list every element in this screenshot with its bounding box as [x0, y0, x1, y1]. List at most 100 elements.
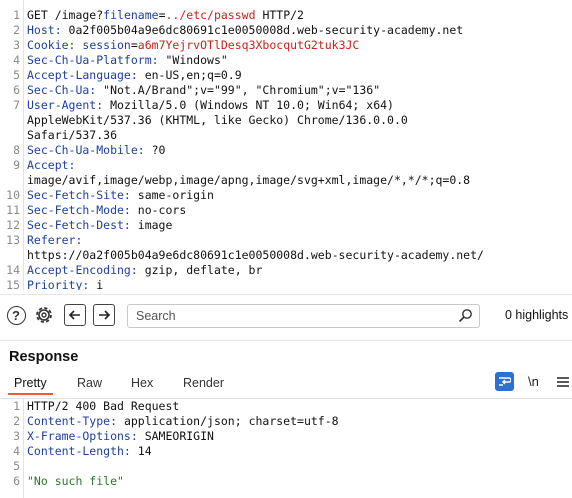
response-lines: 1 HTTP/2 400 Bad Request 2 Content-Type: ap…	[0, 399, 572, 489]
line-number: 4	[13, 53, 20, 67]
line-number: 11	[6, 203, 20, 217]
line-number: 6	[13, 83, 20, 97]
tab-hex[interactable]: Hex	[131, 376, 153, 390]
line-number: 5	[13, 459, 20, 473]
newline-toggle[interactable]: \n	[528, 374, 539, 389]
token: Host:	[27, 23, 62, 37]
code-line: 6 "No such file"	[0, 474, 572, 489]
request-editor[interactable]: 1 GET /image?filename=../etc/passwd HTTP/…	[0, 0, 572, 290]
search-box	[127, 304, 480, 328]
token: HTTP/2 400 Bad Request	[27, 399, 180, 413]
line-number: 8	[13, 143, 20, 157]
gear-icon[interactable]	[33, 304, 55, 326]
line-text: Sec-Ch-Ua-Mobile: ?0	[27, 143, 165, 158]
token: Sec-Fetch-Mode:	[27, 203, 131, 217]
line-text: Sec-Fetch-Dest: image	[27, 218, 172, 233]
token: ../etc/passwd	[165, 8, 256, 22]
code-line: 5 Accept-Language: en-US,en;q=0.9	[0, 68, 572, 83]
tab-render[interactable]: Render	[183, 376, 224, 390]
token: Sec-Fetch-Dest:	[27, 218, 131, 232]
token: Accept:	[27, 158, 76, 172]
wrap-lines-icon[interactable]	[495, 372, 514, 391]
token: Sec-Fetch-Site:	[27, 188, 131, 202]
code-line: 3 X-Frame-Options: SAMEORIGIN	[0, 429, 572, 444]
token: Content-Length:	[27, 444, 131, 458]
token: Sec-Ch-Ua-Mobile:	[27, 143, 145, 157]
code-line: 7 User-Agent: Mozilla/5.0 (Windows NT 10.…	[0, 98, 572, 113]
token: same-origin	[130, 188, 214, 202]
line-text: Sec-Fetch-Site: same-origin	[27, 188, 214, 203]
code-line: 1 GET /image?filename=../etc/passwd HTTP/…	[0, 8, 572, 23]
tab-raw[interactable]: Raw	[77, 376, 102, 390]
request-toolbar: ? 0 highlights	[0, 294, 572, 335]
tab-pretty[interactable]: Pretty	[14, 376, 47, 390]
active-tab-indicator	[8, 393, 53, 395]
code-line: 1 HTTP/2 400 Bad Request	[0, 399, 572, 414]
token: X-Frame-Options:	[27, 429, 138, 443]
token: ?0	[144, 143, 166, 157]
code-line: 14 Accept-Encoding: gzip, deflate, br	[0, 263, 572, 278]
token: Mozilla/5.0 (Windows NT 10.0; Win64; x64…	[103, 98, 394, 112]
search-input[interactable]	[136, 308, 456, 324]
token: filename	[103, 8, 159, 22]
line-text: Content-Type: application/json; charset=…	[27, 414, 339, 429]
line-number: 7	[13, 98, 20, 112]
line-number: 13	[6, 233, 20, 247]
code-line: 12 Sec-Fetch-Dest: image	[0, 218, 572, 233]
token: 0a2f005b04a9e6dc80691c1e0050008d.web-sec…	[61, 23, 464, 37]
line-text: HTTP/2 400 Bad Request	[27, 399, 179, 414]
line-number: 2	[13, 414, 20, 428]
line-text: https://0a2f005b04a9e6dc80691c1e0050008d…	[27, 248, 484, 263]
token: "No such file"	[27, 474, 124, 488]
line-text: "No such file"	[27, 474, 124, 489]
line-number: 12	[6, 218, 20, 232]
code-line: Safari/537.36	[0, 128, 572, 143]
token: GET /image?	[27, 8, 104, 22]
token: HTTP/2	[255, 8, 304, 22]
search-icon[interactable]	[458, 308, 473, 328]
token: Cookie:	[27, 38, 76, 52]
line-number: 15	[6, 278, 20, 290]
code-line: AppleWebKit/537.36 (KHTML, like Gecko) C…	[0, 113, 572, 128]
token: Sec-Ch-Ua-Platform:	[27, 53, 159, 67]
token: application/json; charset=utf-8	[117, 414, 339, 428]
response-editor[interactable]: 1 HTTP/2 400 Bad Request 2 Content-Type: ap…	[0, 398, 572, 498]
line-number: 1	[13, 399, 20, 413]
line-text: GET /image?filename=../etc/passwd HTTP/2	[27, 8, 304, 23]
line-text: Referer:	[27, 233, 82, 248]
line-number: 10	[6, 188, 20, 202]
arrow-right-icon[interactable]	[93, 304, 115, 326]
line-text: Sec-Fetch-Mode: no-cors	[27, 203, 186, 218]
token: en-US,en;q=0.9	[137, 68, 242, 82]
token: "Windows"	[158, 53, 228, 67]
code-line: image/avif,image/webp,image/apng,image/s…	[0, 173, 572, 188]
line-text: Accept:	[27, 158, 75, 173]
line-text: Safari/537.36	[27, 128, 117, 143]
line-number: 9	[13, 158, 20, 172]
token: image/avif,image/webp,image/apng,image/s…	[27, 173, 471, 187]
line-text: AppleWebKit/537.36 (KHTML, like Gecko) C…	[27, 113, 408, 128]
token: =	[130, 38, 138, 52]
token: User-Agent:	[27, 98, 104, 112]
code-line: 2 Content-Type: application/json; charset…	[0, 414, 572, 429]
line-number: 5	[13, 68, 20, 82]
line-number: 6	[13, 474, 20, 488]
token: AppleWebKit/537.36 (KHTML, like Gecko) C…	[27, 113, 408, 127]
code-line: 8 Sec-Ch-Ua-Mobile: ?0	[0, 143, 572, 158]
code-line: 10 Sec-Fetch-Site: same-origin	[0, 188, 572, 203]
token: SAMEORIGIN	[137, 429, 214, 443]
token: https://0a2f005b04a9e6dc80691c1e0050008d…	[27, 248, 484, 262]
token: a6m7YejrvOTlDesq3XbocqutG2tuk3JC	[137, 38, 360, 52]
token: image	[130, 218, 173, 232]
menu-icon[interactable]	[557, 375, 569, 393]
code-line: 5	[0, 459, 572, 474]
line-text: Accept-Encoding: gzip, deflate, br	[27, 263, 262, 278]
token: Accept-Encoding:	[27, 263, 138, 277]
help-icon[interactable]: ?	[5, 304, 27, 326]
token: no-cors	[130, 203, 187, 217]
arrow-left-icon[interactable]	[64, 304, 86, 326]
code-line: https://0a2f005b04a9e6dc80691c1e0050008d…	[0, 248, 572, 263]
line-number: 14	[6, 263, 20, 277]
token: =	[158, 8, 166, 22]
line-text: User-Agent: Mozilla/5.0 (Windows NT 10.0…	[27, 98, 394, 113]
